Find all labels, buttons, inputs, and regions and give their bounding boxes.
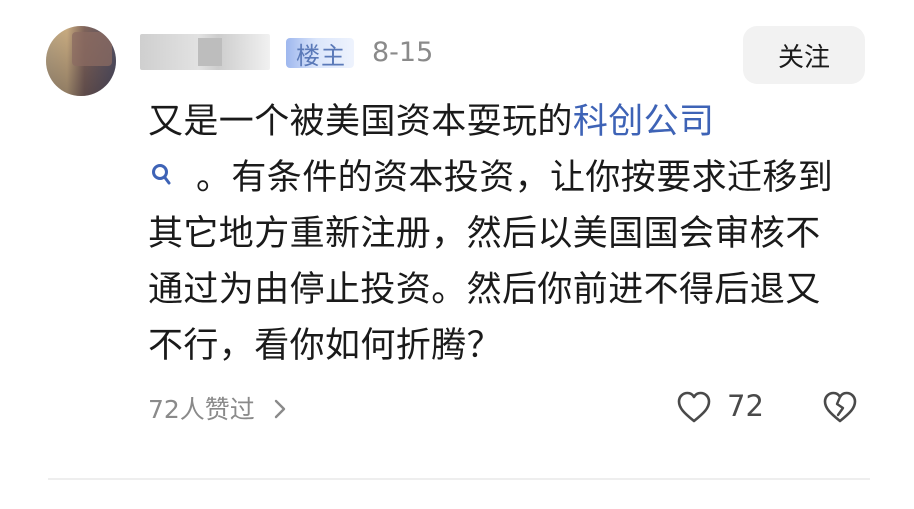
username-blurred[interactable]: [140, 34, 270, 70]
like-button[interactable]: [676, 390, 712, 426]
comment-text-part-1: 又是一个被美国资本耍玩的: [148, 102, 573, 142]
like-count: 72: [727, 389, 764, 423]
broken-heart-icon: [823, 391, 857, 423]
comment-card: 楼主 8-15 关注 又是一个被美国资本耍玩的科创公司。有条件的资本投资，让你按…: [0, 0, 914, 509]
comment-text-part-2: 。有条件的资本投资，让你按要求迁移到其它地方重新注册，然后以美国国会审核不通过为…: [148, 158, 834, 366]
search-icon[interactable]: [150, 152, 176, 185]
chevron-right-icon: [273, 397, 287, 419]
op-badge: 楼主: [286, 38, 354, 70]
comment-text: 又是一个被美国资本耍玩的科创公司。有条件的资本投资，让你按要求迁移到其它地方重新…: [148, 94, 848, 374]
heart-icon: [677, 391, 711, 423]
topic-link[interactable]: 科创公司: [573, 102, 715, 142]
avatar[interactable]: [46, 26, 116, 96]
follow-button[interactable]: 关注: [743, 26, 865, 84]
likers-link[interactable]: 72人赞过: [148, 390, 287, 426]
divider: [48, 478, 870, 480]
likers-label: 72人赞过: [148, 395, 255, 424]
post-date: 8-15: [372, 37, 434, 68]
dislike-button[interactable]: [822, 390, 858, 426]
